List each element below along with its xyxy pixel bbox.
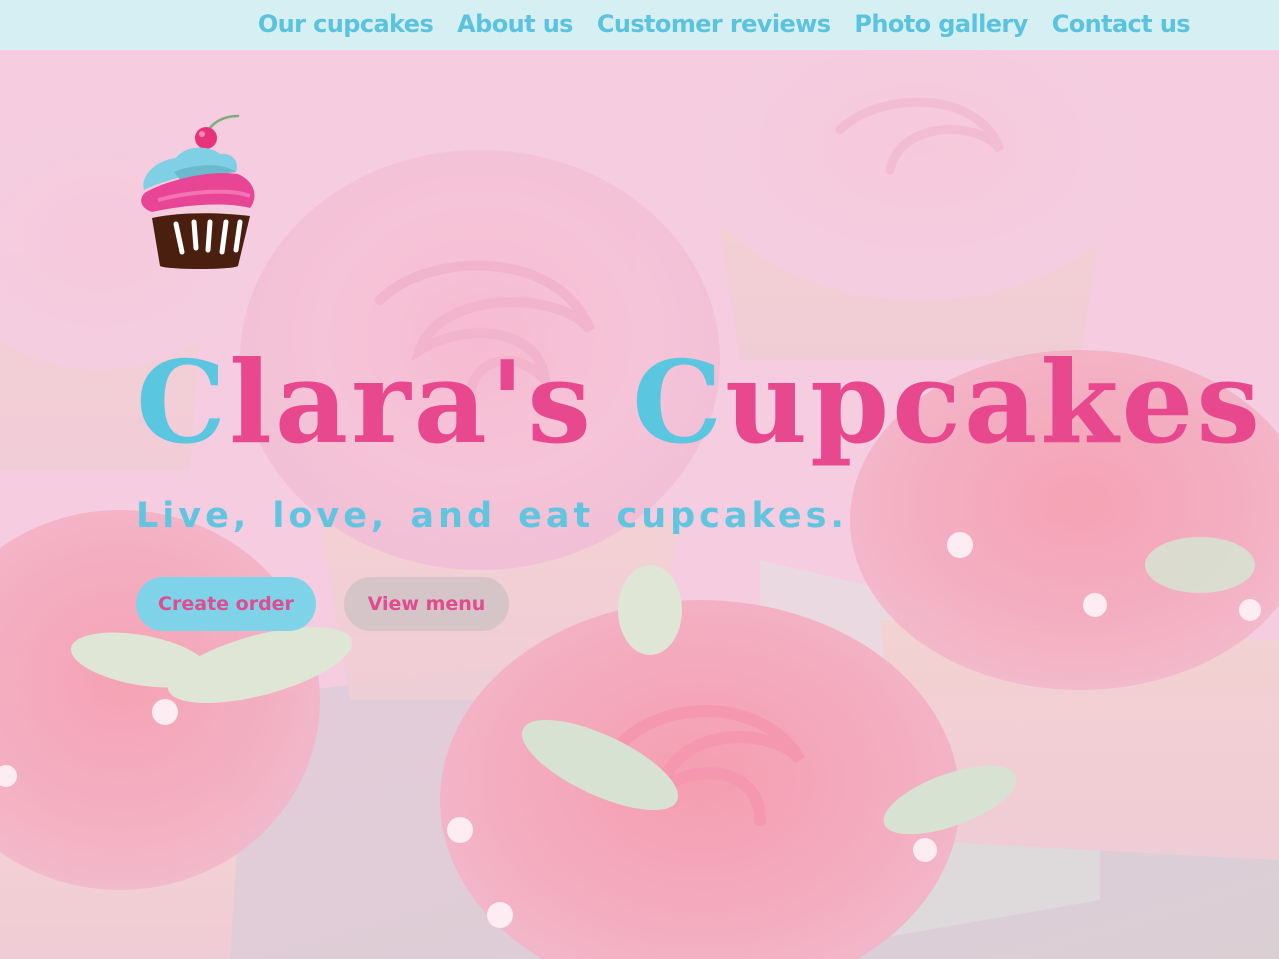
nav-link-our-cupcakes[interactable]: Our cupcakes [258,10,434,38]
create-order-button[interactable]: Create order [136,577,316,631]
nav-link-photo-gallery[interactable]: Photo gallery [854,10,1028,38]
top-navigation-bar: Our cupcakes About us Customer reviews P… [0,0,1279,50]
title-word2-initial: C [632,336,725,469]
page-title: Clara's Cupcakes [136,338,1263,468]
view-menu-button[interactable]: View menu [344,577,509,631]
nav-link-about-us[interactable]: About us [457,10,573,38]
title-word1-rest: lara's [228,336,595,469]
title-word1-initial: C [136,336,229,469]
nav-link-customer-reviews[interactable]: Customer reviews [597,10,831,38]
nav-links: Our cupcakes About us Customer reviews P… [258,0,1191,48]
nav-link-contact-us[interactable]: Contact us [1052,10,1191,38]
cupcake-logo-icon [138,112,262,274]
tagline: Live, love, and eat cupcakes. [136,496,848,536]
title-word2-rest: upcakes [725,336,1263,469]
